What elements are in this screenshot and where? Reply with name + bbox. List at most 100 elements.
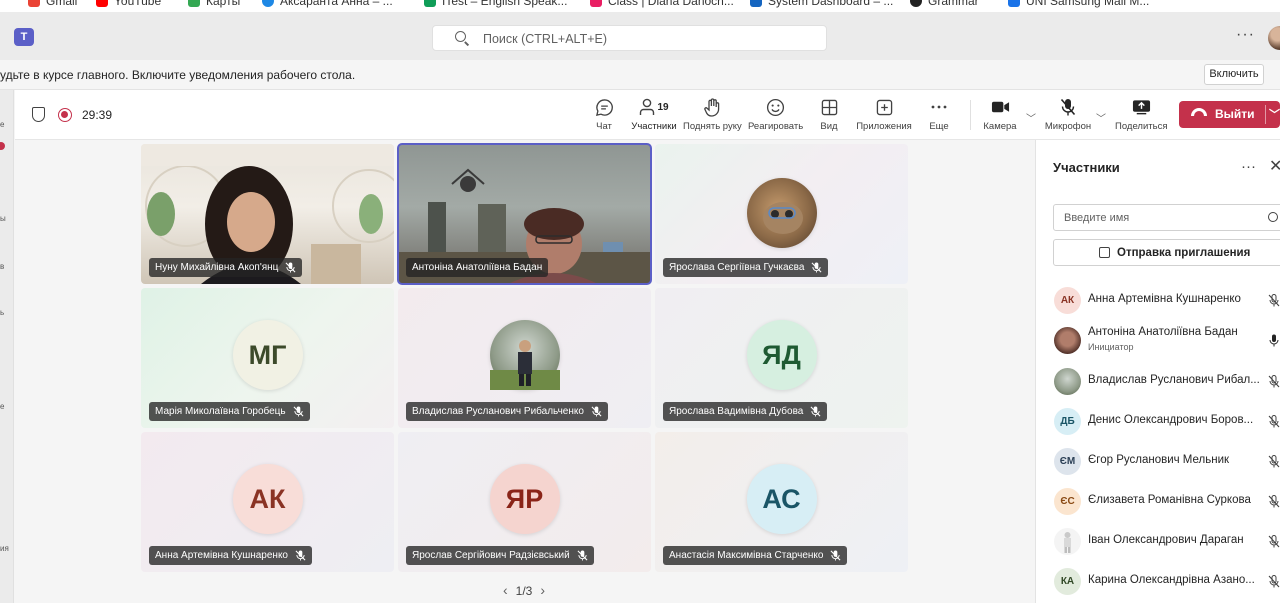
bookmark-maps[interactable]: Карты [188, 0, 240, 8]
apps-button[interactable]: Приложения [856, 96, 912, 132]
search-box[interactable]: Поиск (CTRL+ALT+E) [432, 25, 827, 51]
chat-button[interactable]: Чат [593, 96, 615, 132]
participant-list-item[interactable]: АК Анна Артемівна Кушнаренко [1053, 284, 1280, 318]
leave-button[interactable]: Выйти ﹀ [1179, 101, 1280, 128]
share-invite-icon [1099, 247, 1110, 258]
initials-avatar: ДБ [1054, 408, 1081, 435]
title-bar: T Поиск (CTRL+ALT+E) ··· [0, 12, 1280, 60]
next-page-chevron-icon[interactable]: › [540, 582, 545, 598]
rail-label-3[interactable]: в [0, 262, 4, 271]
bookmark-3[interactable]: Аксаранта Анна – ... [262, 0, 393, 8]
mic-off-icon [1268, 294, 1280, 307]
search-icon [455, 31, 466, 42]
rail-label-5[interactable]: е [0, 402, 4, 411]
participant-count: 19 [657, 101, 669, 113]
mic-on-icon [1269, 334, 1279, 347]
mic-off-icon [1268, 375, 1280, 388]
participant-list-name: Іван Олександрович Дараган [1088, 534, 1244, 546]
participant-list-name: Єлизавета Романівна Суркова [1088, 494, 1251, 506]
bookmark-8[interactable]: UNI Samsung Mail M... [1008, 0, 1149, 8]
initials-avatar: АК [1054, 287, 1081, 314]
microphone-button[interactable]: Микрофон [1044, 96, 1092, 132]
participant-list-item[interactable]: ЄМ Єгор Русланович Мельник [1053, 445, 1280, 479]
participant-name: Анна Артемівна Кушнаренко [149, 546, 312, 565]
participant-search-input[interactable]: Введите имя [1053, 204, 1280, 231]
leave-divider [1265, 105, 1266, 124]
raise-hand-icon [683, 96, 741, 118]
participant-name-text: Анна Артемівна Кушнаренко [155, 550, 288, 561]
notification-bar: удьте в курсе главного. Включите уведомл… [0, 60, 1280, 90]
participants-button[interactable]: 19 Участники [631, 96, 677, 142]
mic-off-icon [285, 262, 296, 273]
bookmark-4[interactable]: ITest – English Speak... [424, 0, 567, 8]
video-tile[interactable]: Ярослава Сергіївна Гучкаєва [655, 144, 908, 284]
participant-name: Антоніна Анатоліївна Бадан [406, 258, 549, 277]
user-avatar[interactable] [1268, 26, 1280, 50]
initials-avatar: КА [1054, 568, 1081, 595]
video-tile[interactable]: АС Анастасія Максимівна Старченко [655, 432, 908, 572]
bookmark-5[interactable]: Class | Diana Danoch... [590, 0, 734, 8]
participant-list-item[interactable]: Владислав Русланович Рибал... [1053, 365, 1280, 399]
camera-button[interactable]: Камера [983, 96, 1017, 132]
video-stage: Нуну Михайлівна Акоп'янц Антоніна Анатол… [15, 140, 1034, 603]
raise-hand-button[interactable]: Поднять руку [683, 96, 742, 132]
bookmark-youtube[interactable]: YouTube [96, 0, 161, 8]
react-label: Реагировать [748, 121, 804, 132]
rail-label-2[interactable]: ы [0, 214, 6, 223]
panel-title: Участники [1053, 160, 1120, 175]
participant-name-text: Владислав Русланович Рибальченко [412, 406, 584, 417]
react-button[interactable]: Реагировать [748, 96, 804, 132]
cat-avatar [746, 178, 817, 248]
mic-options-chevron-icon[interactable]: ﹀ [1096, 110, 1106, 125]
participant-list-item[interactable]: КА Карина Олександрівна Азано... [1053, 565, 1280, 599]
shield-icon[interactable] [32, 107, 45, 122]
participant-name: Ярослав Сергійович Радзієвський [406, 546, 594, 565]
bookmark-6[interactable]: System Dashboard – ... [750, 0, 893, 8]
initials-avatar: МГ [232, 320, 303, 390]
send-invite-button[interactable]: Отправка приглашения [1053, 239, 1280, 266]
video-tile[interactable]: Владислав Русланович Рибальченко [398, 288, 651, 428]
camera-options-chevron-icon[interactable]: ﹀ [1026, 110, 1036, 125]
photo-avatar [1054, 528, 1081, 555]
mic-off-icon [1268, 455, 1280, 468]
prev-page-chevron-icon[interactable]: ‹ [503, 582, 508, 598]
rail-label-1[interactable]: е [0, 120, 4, 129]
bookmark-7[interactable]: Grammar [910, 0, 979, 8]
participant-list-item[interactable]: Іван Олександрович Дараган [1053, 525, 1280, 559]
hangup-icon [1191, 108, 1207, 116]
mic-off-icon [1268, 535, 1280, 548]
search-icon [1268, 212, 1278, 222]
chat-icon [593, 96, 615, 118]
participant-list-item[interactable]: ЄС Єлизавета Романівна Суркова [1053, 485, 1280, 519]
close-icon[interactable]: ✕ [1269, 156, 1280, 176]
video-tile[interactable]: ЯД Ярослава Вадимівна Дубова [655, 288, 908, 428]
search-placeholder: Поиск (CTRL+ALT+E) [483, 32, 608, 46]
chat-label: Чат [596, 121, 612, 132]
video-tile[interactable]: Нуну Михайлівна Акоп'янц [141, 144, 394, 284]
video-tile-active[interactable]: Антоніна Анатоліївна Бадан [397, 143, 652, 285]
leave-options-chevron-icon[interactable]: ﹀ [1269, 106, 1280, 122]
mic-off-icon [1044, 96, 1092, 118]
video-tile[interactable]: АК Анна Артемівна Кушнаренко [141, 432, 394, 572]
participant-name-text: Марія Миколаївна Горобець [155, 406, 286, 417]
video-tile[interactable]: ЯР Ярослав Сергійович Радзієвський [398, 432, 651, 572]
gallery-pager: ‹ 1/3 › [495, 582, 553, 598]
video-tile[interactable]: МГ Марія Миколаївна Горобець [141, 288, 394, 428]
more-label: Еще [929, 121, 949, 132]
participant-list-item[interactable]: ДБ Денис Олександрович Боров... [1053, 405, 1280, 439]
rail-label-6[interactable]: ия [0, 544, 9, 553]
more-options-button[interactable]: ··· [1236, 26, 1255, 44]
enable-notifications-button[interactable]: Включить [1204, 64, 1264, 85]
rail-label-4[interactable]: ь [0, 308, 4, 317]
panel-more-button[interactable]: ··· [1241, 158, 1256, 175]
teams-logo-icon[interactable]: T [14, 28, 34, 46]
view-button[interactable]: Вид [819, 96, 839, 132]
participant-list-item[interactable]: Антоніна Анатоліївна Бадан Инициатор [1053, 324, 1280, 358]
participant-list-name: Єгор Русланович Мельник [1088, 454, 1230, 466]
bookmark-gmail[interactable]: Gmail [28, 0, 77, 8]
left-rail: е ы в ь е ия [0, 90, 14, 603]
share-button[interactable]: Поделиться [1115, 96, 1167, 132]
more-actions-button[interactable]: Еще [929, 96, 949, 132]
view-label: Вид [820, 121, 838, 132]
people-icon: 19 [631, 96, 677, 118]
